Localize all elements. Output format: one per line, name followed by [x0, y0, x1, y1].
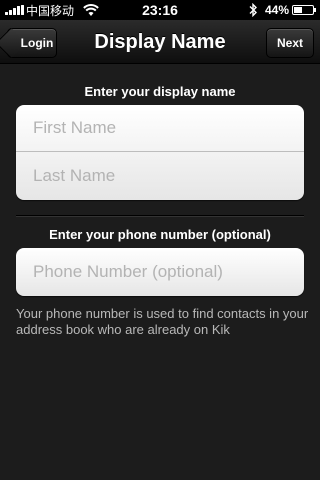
- battery-percent: 44%: [265, 3, 290, 17]
- phone-field-group: [16, 248, 304, 296]
- navigation-bar: Display Name Login Next: [0, 20, 320, 64]
- display-name-heading: Enter your display name: [84, 84, 236, 99]
- display-name-field-group: [16, 105, 304, 200]
- battery-icon: [292, 5, 316, 15]
- last-name-field[interactable]: [16, 152, 304, 199]
- first-name-field[interactable]: [16, 105, 304, 152]
- back-button-label: Login: [20, 36, 54, 50]
- next-button-label: Next: [276, 36, 303, 50]
- battery-level-fill: [294, 7, 302, 13]
- section-divider: [16, 215, 304, 216]
- phone-help-text: Your phone number is used to find contac…: [16, 306, 309, 337]
- login-back-button[interactable]: Login: [7, 28, 57, 58]
- bluetooth-icon: [249, 3, 257, 17]
- next-button[interactable]: Next: [266, 28, 314, 58]
- status-bar: 中国移动 23:16 44%: [0, 0, 320, 20]
- phone-number-heading: Enter your phone number (optional): [49, 227, 271, 242]
- phone-number-field[interactable]: [16, 248, 304, 295]
